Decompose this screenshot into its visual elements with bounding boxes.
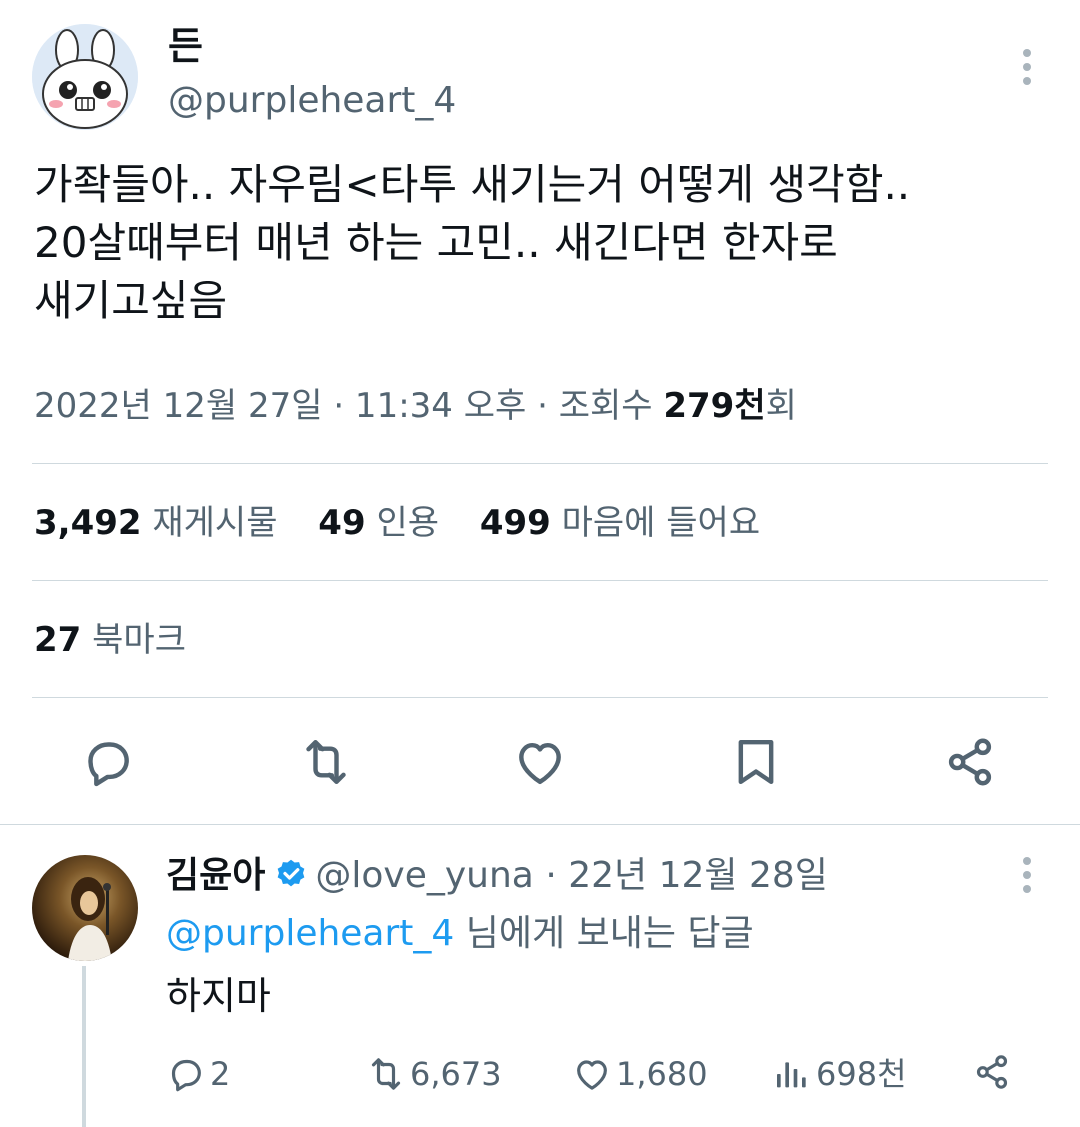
reply-to-line: @purpleheart_4 님에게 보내는 답글 xyxy=(166,910,754,958)
views-suffix: 회 xyxy=(765,386,797,426)
reply-header: 김윤아 @love_yuna · 22년 12월 28일 xyxy=(166,852,828,900)
share-icon[interactable] xyxy=(942,734,998,790)
views-count: 279천 xyxy=(663,386,766,426)
bookmarks-label: 북마크 xyxy=(92,620,186,660)
reply-author-handle[interactable]: @love_yuna xyxy=(315,855,533,896)
reply-reposts-count: 6,673 xyxy=(410,1055,502,1093)
divider xyxy=(32,697,1048,698)
reply-author-name[interactable]: 김윤아 xyxy=(166,855,265,896)
likes-count: 499 xyxy=(479,503,551,543)
tweet-text: 가좍들아.. 자우림<타투 새기는거 어떻게 생각함.. 20살때부터 매년 하… xyxy=(34,160,911,325)
more-options-icon[interactable] xyxy=(1020,48,1034,88)
reply-replies-count: 2 xyxy=(210,1055,231,1093)
divider xyxy=(32,580,1048,581)
reposts-count: 3,492 xyxy=(34,503,142,543)
verified-badge-icon xyxy=(273,857,309,893)
heart-icon[interactable] xyxy=(512,734,568,790)
likes-stat[interactable]: 499 마음에 들어요 xyxy=(480,503,760,543)
bookmarks-count: 27 xyxy=(34,620,82,660)
author-display-name[interactable]: 든 xyxy=(168,22,203,70)
divider xyxy=(0,824,1080,825)
reply-to-mention[interactable]: @purpleheart_4 xyxy=(166,913,454,954)
reply-icon[interactable] xyxy=(80,734,136,790)
reply-author-avatar[interactable] xyxy=(32,855,138,961)
views-icon xyxy=(777,1062,806,1088)
reply-reply-button[interactable]: 2 xyxy=(166,1052,230,1096)
thread-line xyxy=(82,966,86,1127)
quotes-stat[interactable]: 49 인용 xyxy=(318,503,439,543)
reply-repost-button[interactable]: 6,673 xyxy=(366,1052,502,1096)
reply-like-button[interactable]: 1,680 xyxy=(572,1052,708,1096)
engagement-stats: 3,492 재게시물 49 인용 499 마음에 들어요 xyxy=(34,500,790,546)
reply-likes-count: 1,680 xyxy=(616,1055,708,1093)
tweet-meta: 2022년 12월 27일 · 11:34 오후 · 조회수 279천회 xyxy=(34,383,797,429)
bunny-avatar-illustration xyxy=(32,24,138,130)
reply-icon xyxy=(171,1059,201,1092)
reply-date[interactable]: · 22년 12월 28일 xyxy=(545,855,828,896)
tweet-timestamp[interactable]: 2022년 12월 27일 · 11:34 오후 · 조회수 xyxy=(34,386,663,426)
repost-icon[interactable] xyxy=(298,734,354,790)
quotes-count: 49 xyxy=(318,503,366,543)
reposts-stat[interactable]: 3,492 재게시물 xyxy=(34,503,277,543)
reply-share-button[interactable] xyxy=(972,1052,1016,1092)
reply-to-suffix: 님에게 보내는 답글 xyxy=(454,913,754,954)
repost-icon xyxy=(371,1058,401,1090)
likes-label: 마음에 들어요 xyxy=(561,503,761,543)
reposts-label: 재게시물 xyxy=(152,503,278,543)
divider xyxy=(32,463,1048,464)
share-icon xyxy=(976,1055,1008,1089)
reply-more-options-icon[interactable] xyxy=(1020,856,1034,896)
reply-text: 하지마 xyxy=(166,974,271,1018)
singer-photo xyxy=(68,877,112,961)
author-handle[interactable]: @purpleheart_4 xyxy=(168,78,456,124)
bookmarks-stat[interactable]: 27 북마크 xyxy=(34,617,186,663)
author-avatar[interactable] xyxy=(32,24,138,130)
reply-views-count: 698천 xyxy=(816,1055,907,1093)
bookmark-icon[interactable] xyxy=(728,734,784,790)
heart-icon xyxy=(577,1060,607,1090)
quotes-label: 인용 xyxy=(376,503,439,543)
reply-views-button[interactable]: 698천 xyxy=(772,1052,907,1096)
